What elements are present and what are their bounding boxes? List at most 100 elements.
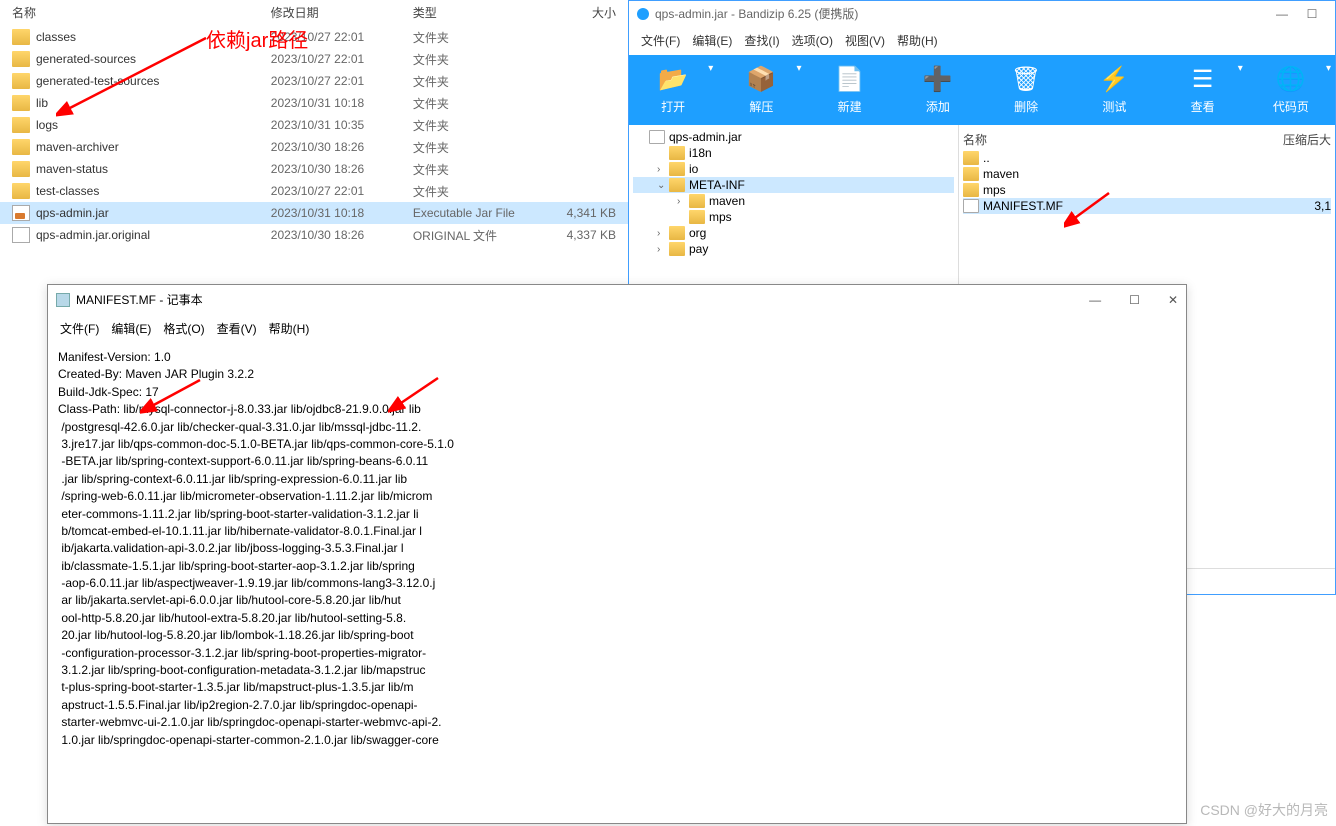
bandizip-menubar: 文件(F)编辑(E)查找(I)选项(O)视图(V)帮助(H)	[629, 26, 1335, 55]
col-name[interactable]: 名称	[12, 4, 271, 21]
window-title: qps-admin.jar - Bandizip 6.25 (便携版)	[655, 5, 858, 22]
tree-node[interactable]: i18n	[633, 145, 954, 161]
col-name[interactable]: 名称	[963, 131, 1163, 148]
toolbar-代码页[interactable]: 🌐代码页▾	[1247, 55, 1335, 125]
tree-node[interactable]: ⌄ META-INF	[633, 177, 954, 193]
file-row[interactable]: test-classes 2023/10/27 22:01 文件夹	[0, 180, 628, 202]
menu-item[interactable]: 帮助(H)	[265, 318, 314, 339]
menu-item[interactable]: 格式(O)	[159, 318, 208, 339]
folder-icon	[12, 183, 30, 199]
file-row[interactable]: generated-sources 2023/10/27 22:01 文件夹	[0, 48, 628, 70]
toolbar-新建[interactable]: 📄新建	[806, 55, 894, 125]
menu-item[interactable]: 帮助(H)	[893, 30, 942, 51]
file-name: logs	[36, 118, 271, 132]
text-line: ool-http-5.8.20.jar lib/hutool-extra-5.8…	[58, 610, 1176, 627]
col-type[interactable]: 类型	[413, 4, 537, 21]
menu-item[interactable]: 查看(V)	[213, 318, 261, 339]
text-line: 3.1.2.jar lib/spring-boot-configuration-…	[58, 662, 1176, 679]
dropdown-icon: ▾	[796, 63, 801, 74]
dropdown-icon: ▾	[1326, 63, 1331, 74]
file-name: maven-archiver	[36, 140, 271, 154]
toolbar-label: 打开	[661, 98, 685, 115]
file-row[interactable]: classes 2023/10/27 22:01 文件夹	[0, 26, 628, 48]
tree-label: META-INF	[689, 178, 745, 192]
menu-item[interactable]: 查找(I)	[740, 30, 783, 51]
menu-item[interactable]: 文件(F)	[56, 318, 103, 339]
file-row[interactable]: generated-test-sources 2023/10/27 22:01 …	[0, 70, 628, 92]
menu-item[interactable]: 文件(F)	[637, 30, 684, 51]
menu-item[interactable]: 编辑(E)	[688, 30, 736, 51]
chevron-icon[interactable]: ›	[657, 228, 669, 239]
annotation-text: 依赖jar路径	[206, 24, 308, 53]
notepad-titlebar[interactable]: MANIFEST.MF - 记事本 ― ☐ ✕	[48, 285, 1186, 314]
tree-node[interactable]: › org	[633, 225, 954, 241]
bandizip-titlebar[interactable]: qps-admin.jar - Bandizip 6.25 (便携版) ― ☐	[629, 1, 1335, 26]
list-item[interactable]: mps	[963, 182, 1331, 198]
minimize-button[interactable]: ―	[1267, 7, 1297, 21]
tree-node[interactable]: ›io	[633, 161, 954, 177]
notepad-content[interactable]: Manifest-Version: 1.0Created-By: Maven J…	[48, 343, 1186, 817]
file-type: 文件夹	[413, 95, 537, 112]
tree-node[interactable]: ›pay	[633, 241, 954, 257]
toolbar-label: 解压	[749, 98, 773, 115]
col-size[interactable]: 大小	[537, 4, 616, 21]
file-date: 2023/10/31 10:18	[271, 96, 413, 110]
tree-label: maven	[709, 194, 745, 208]
list-item[interactable]: maven	[963, 166, 1331, 182]
col-date[interactable]: 修改日期	[271, 4, 413, 21]
tree-node[interactable]: qps-admin.jar	[633, 129, 954, 145]
toolbar-添加[interactable]: ➕添加	[894, 55, 982, 125]
toolbar-打开[interactable]: 📂打开▾	[629, 55, 717, 125]
file-row[interactable]: qps-admin.jar.original 2023/10/30 18:26 …	[0, 224, 628, 246]
file-row[interactable]: lib 2023/10/31 10:18 文件夹	[0, 92, 628, 114]
folder-icon	[12, 73, 30, 89]
text-line: b/tomcat-embed-el-10.1.11.jar lib/hibern…	[58, 523, 1176, 540]
text-line: ar lib/jakarta.servlet-api-6.0.0.jar lib…	[58, 592, 1176, 609]
window-title: MANIFEST.MF - 记事本	[76, 291, 203, 308]
file-date: 2023/10/30 18:26	[271, 162, 413, 176]
maximize-button[interactable]: ☐	[1297, 7, 1327, 21]
tree-node[interactable]: › maven	[633, 193, 954, 209]
chevron-icon[interactable]: ›	[677, 196, 689, 207]
app-icon	[637, 8, 649, 20]
dropdown-icon: ▾	[1238, 63, 1243, 74]
list-item[interactable]: MANIFEST.MF3,1	[963, 198, 1331, 214]
minimize-button[interactable]: ―	[1089, 293, 1101, 307]
toolbar-测试[interactable]: ⚡测试	[1070, 55, 1158, 125]
file-row[interactable]: maven-archiver 2023/10/30 18:26 文件夹	[0, 136, 628, 158]
toolbar-解压[interactable]: 📦 解压 ▾	[717, 55, 805, 125]
file-row[interactable]: maven-status 2023/10/30 18:26 文件夹	[0, 158, 628, 180]
tree-node[interactable]: mps	[633, 209, 954, 225]
menu-item[interactable]: 视图(V)	[841, 30, 889, 51]
toolbar-icon: 📦	[746, 65, 776, 94]
chevron-icon[interactable]: ›	[657, 164, 669, 175]
jar-icon	[12, 205, 30, 221]
text-line: eter-commons-1.11.2.jar lib/spring-boot-…	[58, 506, 1176, 523]
text-line: 3.jre17.jar lib/qps-common-doc-5.1.0-BET…	[58, 436, 1176, 453]
list-item[interactable]: ..	[963, 150, 1331, 166]
dropdown-icon: ▾	[708, 63, 713, 74]
toolbar-查看[interactable]: ☰查看▾	[1159, 55, 1247, 125]
folder-icon	[689, 210, 705, 224]
tree-label: org	[689, 226, 706, 240]
file-type: 文件夹	[413, 73, 537, 90]
file-icon	[12, 227, 30, 243]
menu-item[interactable]: 编辑(E)	[107, 318, 155, 339]
menu-item[interactable]: 选项(O)	[788, 30, 837, 51]
file-name: maven-status	[36, 162, 271, 176]
maximize-button[interactable]: ☐	[1129, 293, 1140, 307]
file-row[interactable]: qps-admin.jar 2023/10/31 10:18 Executabl…	[0, 202, 628, 224]
col-compressed-size[interactable]: 压缩后大	[1163, 131, 1331, 148]
folder-icon	[12, 51, 30, 67]
file-row[interactable]: logs 2023/10/31 10:35 文件夹	[0, 114, 628, 136]
file-name: generated-test-sources	[36, 74, 271, 88]
toolbar-删除[interactable]: 🗑删除	[982, 55, 1070, 125]
folder-icon	[963, 183, 979, 197]
close-button[interactable]: ✕	[1168, 293, 1178, 307]
chevron-icon[interactable]: ⌄	[657, 180, 669, 191]
file-name: qps-admin.jar	[36, 206, 271, 220]
file-type: 文件夹	[413, 29, 537, 46]
text-line: -configuration-processor-3.1.2.jar lib/s…	[58, 645, 1176, 662]
chevron-icon[interactable]: ›	[657, 244, 669, 255]
text-line: ib/classmate-1.5.1.jar lib/spring-boot-s…	[58, 558, 1176, 575]
